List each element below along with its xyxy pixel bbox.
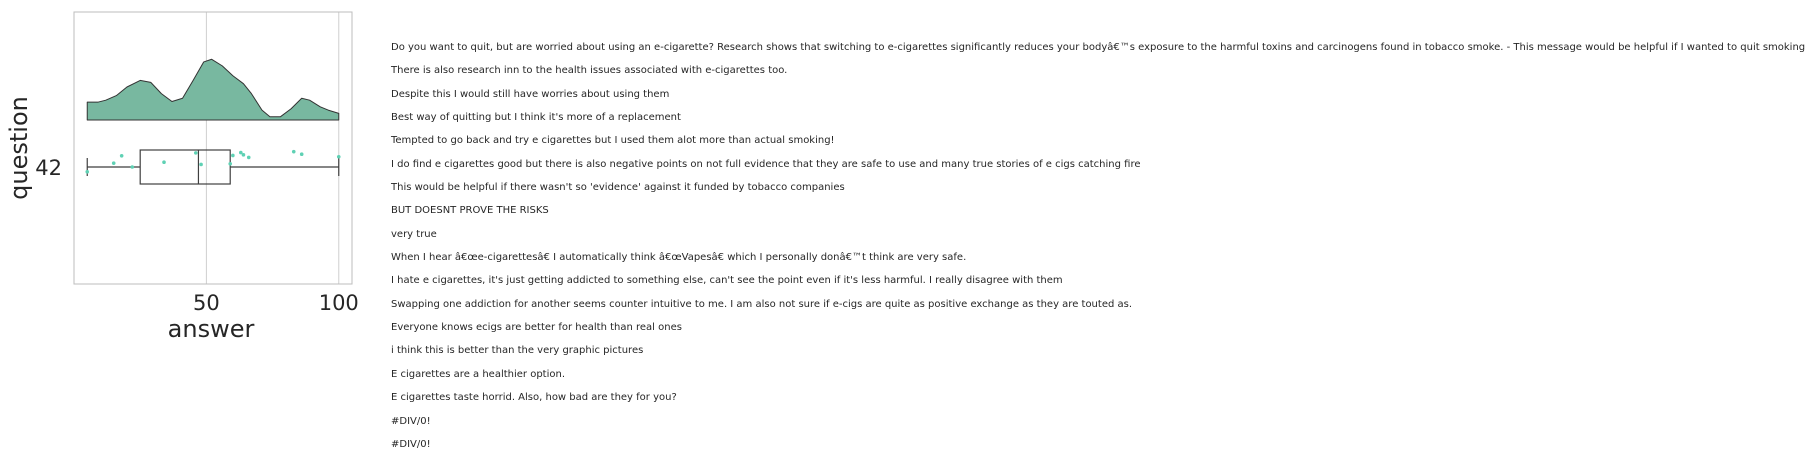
density-curve [86, 58, 340, 121]
comment-item: E cigarettes taste horrid. Also, how bad… [391, 392, 677, 404]
comment-item: Tempted to go back and try e cigarettes … [391, 135, 835, 147]
comment-list: Do you want to quit, but are worried abo… [391, 41, 1806, 461]
comment-item: Everyone knows ecigs are better for heal… [391, 322, 682, 334]
plot-frame [73, 11, 353, 285]
x-tick-label: 50 [193, 291, 220, 315]
comment-item: I hate e cigarettes, it's just getting a… [391, 275, 1063, 287]
comment-item: Swapping one addiction for another seems… [391, 298, 1133, 310]
data-point [85, 170, 90, 174]
comment-item: #DIV/0! [391, 415, 431, 427]
comment-item: BUT DOESNT PROVE THE RISKS [391, 205, 549, 217]
comment-item: Despite this I would still have worries … [391, 88, 670, 100]
x-axis-label: answer [168, 315, 255, 343]
x-tick-label: 100 [319, 291, 359, 315]
raincloud-chart: 50 100 42 answer question [5, 11, 359, 343]
comment-item: Do you want to quit, but are worried abo… [391, 42, 1806, 53]
data-point [228, 162, 233, 166]
comment-item: Best way of quitting but I think it's mo… [391, 112, 681, 124]
comment-item: I do find e cigarettes good but there is… [391, 158, 1141, 170]
iqr-box [139, 149, 231, 185]
data-point [119, 154, 124, 158]
comment-item: There is also research inn to the health… [391, 65, 788, 77]
data-point [299, 152, 304, 156]
data-point [291, 149, 296, 154]
data-point [241, 153, 246, 157]
data-point [130, 165, 135, 169]
x-tick-labels: 50 100 [193, 291, 359, 315]
comment-item: i think this is better than the very gra… [391, 345, 644, 357]
grid-lines [205, 12, 340, 284]
data-point [336, 154, 341, 159]
comment-item: When I hear â€œe-cigarettesâ€ I automati… [391, 252, 967, 264]
data-point [162, 160, 166, 164]
comment-item: E cigarettes are a healthier option. [391, 368, 566, 380]
data-point [231, 153, 235, 158]
comment-item: This would be helpful if there wasn't so… [391, 182, 845, 194]
data-points [85, 149, 341, 174]
comment-item: very true [391, 228, 437, 240]
y-axis-label: question [5, 96, 33, 200]
data-point [199, 162, 203, 167]
y-tick-label: 42 [35, 156, 62, 180]
comment-item: #DIV/0! [391, 438, 431, 450]
data-point [111, 161, 116, 165]
data-point [246, 155, 251, 160]
data-point [193, 151, 198, 155]
